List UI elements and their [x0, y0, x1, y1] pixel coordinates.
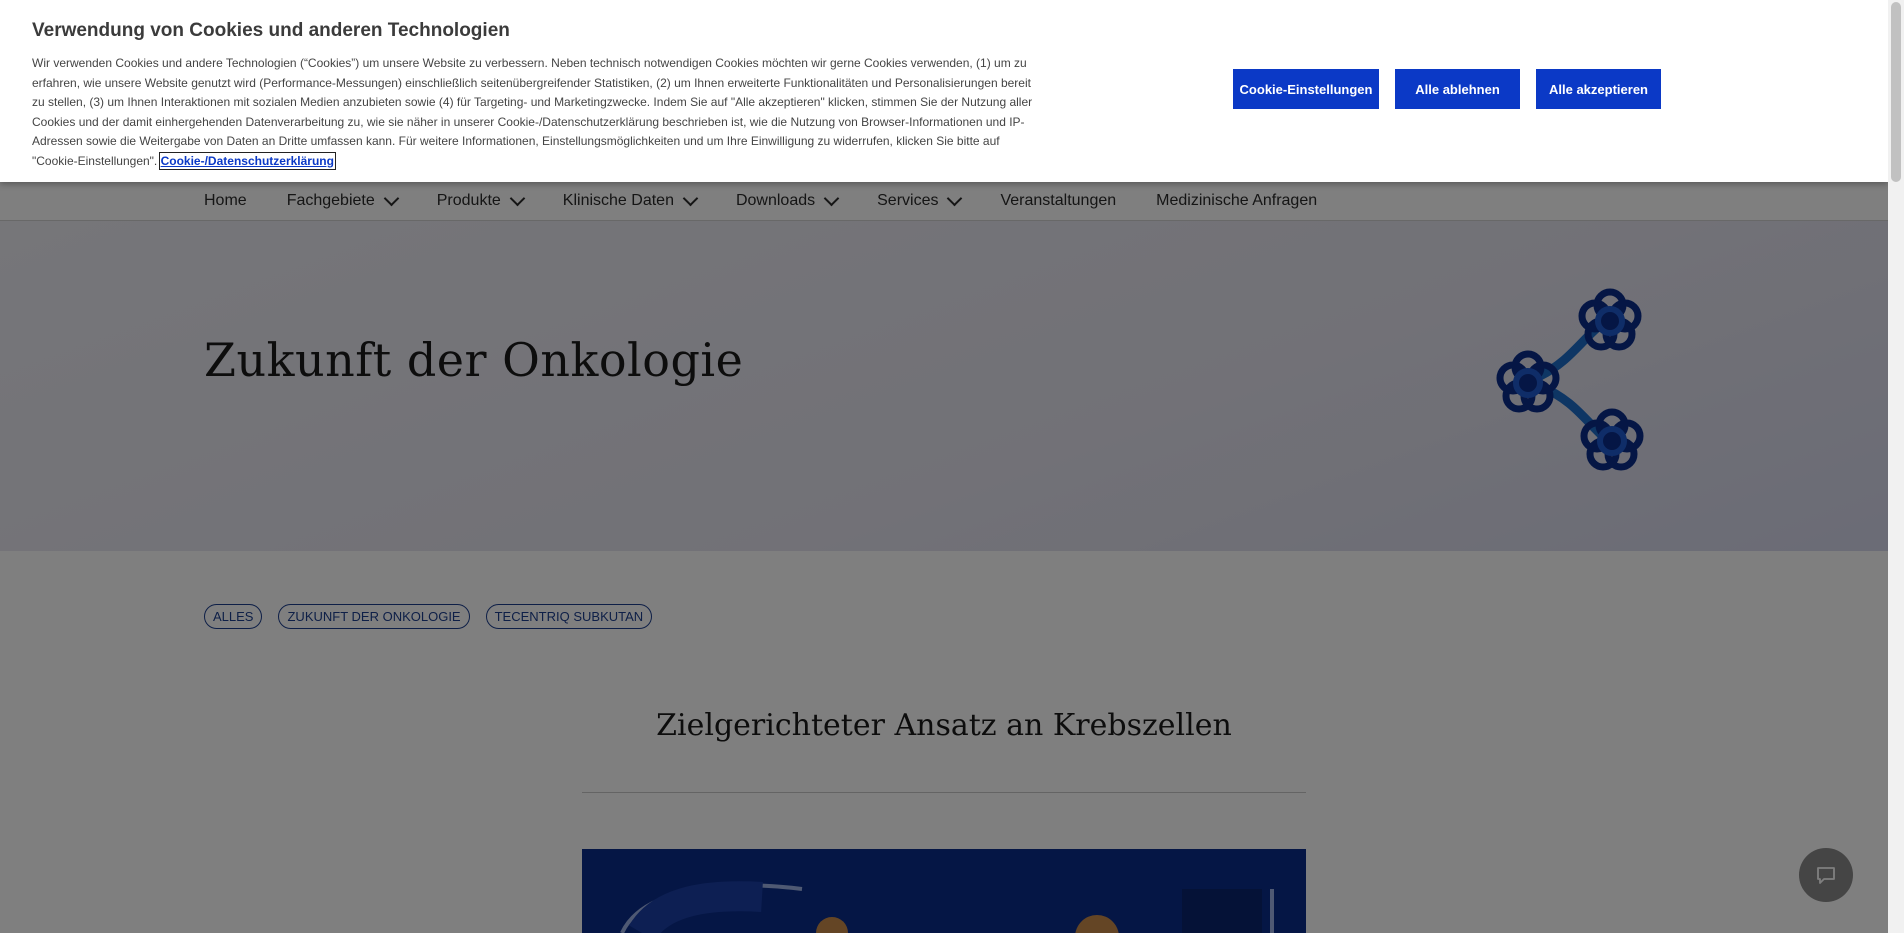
- cookie-banner-body: Wir verwenden Cookies und andere Technol…: [32, 56, 1033, 168]
- reject-all-button[interactable]: Alle ablehnen: [1395, 69, 1520, 109]
- privacy-policy-link[interactable]: Cookie-/Datenschutzerklärung: [158, 151, 336, 170]
- cookie-banner-text: Wir verwenden Cookies und andere Technol…: [32, 54, 1042, 172]
- accept-all-button[interactable]: Alle akzeptieren: [1536, 69, 1661, 109]
- cookie-banner-title: Verwendung von Cookies und anderen Techn…: [32, 20, 510, 41]
- scrollbar[interactable]: [1888, 0, 1904, 933]
- cookie-banner: Verwendung von Cookies und anderen Techn…: [0, 0, 1888, 182]
- scrollbar-thumb[interactable]: [1891, 2, 1901, 182]
- cookie-settings-button[interactable]: Cookie-Einstellungen: [1233, 69, 1379, 109]
